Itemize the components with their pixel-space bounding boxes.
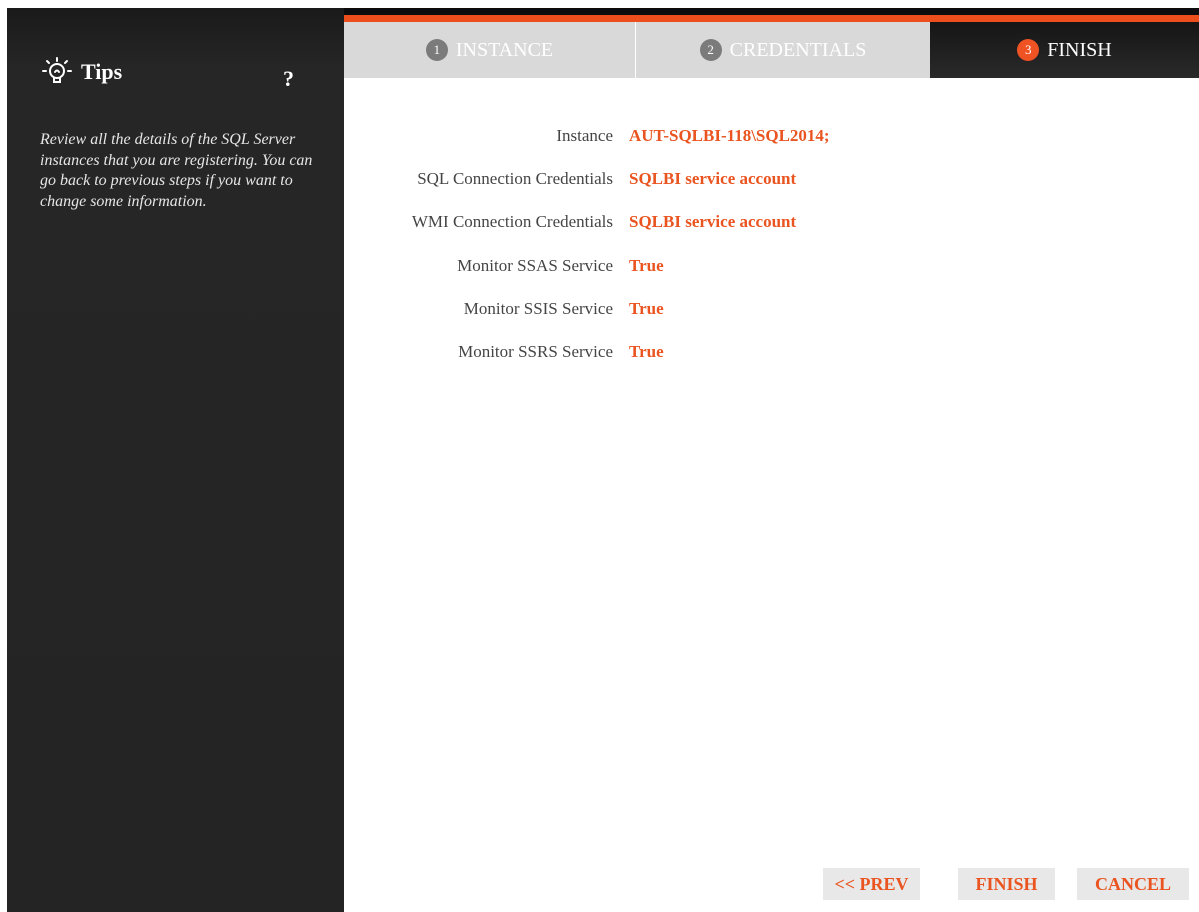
step-number-badge: 3	[1017, 39, 1040, 61]
stepbar-top-border	[344, 8, 1199, 15]
detail-row-instance: Instance AUT-SQLBI-118\SQL2014;	[344, 126, 1199, 148]
detail-label: Instance	[556, 126, 613, 145]
tips-title: Tips	[81, 59, 123, 84]
stepbar-accent-line	[344, 15, 1199, 22]
step-label: INSTANCE	[455, 38, 554, 61]
detail-value: SQLBI service account	[629, 169, 797, 188]
detail-label: Monitor SSIS Service	[463, 299, 613, 318]
detail-row-sql-credentials: SQL Connection Credentials SQLBI service…	[344, 169, 1199, 191]
detail-label: WMI Connection Credentials	[411, 212, 613, 231]
step-label: FINISH	[1047, 38, 1112, 61]
step-number-badge: 2	[699, 39, 722, 61]
detail-value: True	[629, 299, 664, 318]
tab-finish[interactable]: 3 FINISH	[930, 22, 1199, 78]
lightbulb-icon	[42, 57, 72, 83]
tab-instance[interactable]: 1 INSTANCE	[344, 22, 636, 78]
cancel-button[interactable]: CANCEL	[1077, 868, 1189, 900]
prev-button[interactable]: << PREV	[823, 868, 920, 900]
detail-value: AUT-SQLBI-118\SQL2014;	[629, 126, 830, 145]
tips-sidebar: Tips ? Review all the details of the SQL…	[7, 8, 344, 912]
window-top-strip	[0, 0, 1199, 8]
tips-header: Tips	[41, 56, 122, 88]
finish-button[interactable]: FINISH	[958, 868, 1055, 900]
tips-text: Review all the details of the SQL Server…	[40, 131, 313, 210]
detail-row-ssas: Monitor SSAS Service True	[344, 256, 1199, 278]
detail-row-ssrs: Monitor SSRS Service True	[344, 342, 1199, 364]
detail-label: SQL Connection Credentials	[417, 169, 613, 188]
detail-value: True	[629, 256, 664, 275]
wizard-main-panel: 1 INSTANCE 2 CREDENTIALS 3 FINISH Instan…	[344, 8, 1199, 912]
detail-value: SQLBI service account	[629, 212, 797, 231]
wizard-steps: 1 INSTANCE 2 CREDENTIALS 3 FINISH	[344, 22, 1199, 78]
detail-row-wmi-credentials: WMI Connection Credentials SQLBI service…	[344, 212, 1199, 234]
step-number-badge: 1	[425, 39, 448, 61]
tab-credentials[interactable]: 2 CREDENTIALS	[636, 22, 930, 78]
help-question-icon[interactable]: ?	[283, 66, 294, 92]
detail-value: True	[629, 342, 664, 361]
detail-label: Monitor SSRS Service	[458, 342, 613, 361]
detail-label: Monitor SSAS Service	[457, 256, 613, 275]
step-label: CREDENTIALS	[729, 38, 867, 61]
detail-row-ssis: Monitor SSIS Service True	[344, 299, 1199, 321]
